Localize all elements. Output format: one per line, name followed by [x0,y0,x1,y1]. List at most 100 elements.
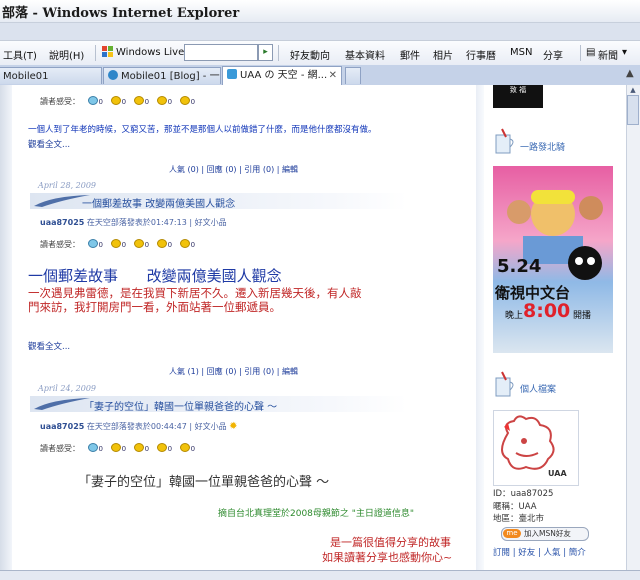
news-icon[interactable]: ▤ [586,47,595,58]
reaction-count: 0 [190,98,196,106]
tab-bar: Mobile01 Mobile01 [Blog] - 一路... UAA の 天… [0,65,640,86]
reaction-count: 0 [144,241,150,249]
profile-id: ID：uaa87025 [493,487,553,499]
help-menu[interactable]: 說明(H) [49,47,84,62]
window-title-bar: 部落 - Windows Internet Explorer [0,0,640,23]
post-meta-text: 在天空部落發表於01:47:13 | 好文小品 [84,218,227,227]
tab-label: Mobile01 [Blog] - 一路... [121,71,220,82]
tab-mobile01[interactable]: Mobile01 [0,67,102,84]
reaction-icon[interactable] [110,96,121,105]
ride-promo-banner[interactable]: 5.24 衛視中文台 晚上 8:00 開播 [493,166,613,353]
reaction-icon[interactable] [179,96,190,105]
author-link[interactable]: uaa87025 [40,422,84,431]
windows-flag-icon [102,46,113,57]
reaction-icon[interactable] [87,96,98,105]
profile-avatar[interactable]: UAA [493,410,579,486]
blog-main-column: 讀者感受： 0 0 0 0 0 一個人到了年老的時候，又窮又苦，那並不是那個人以… [12,85,475,570]
reaction-icon[interactable] [156,443,167,452]
reaction-icon[interactable] [133,96,144,105]
reaction-count: 0 [98,98,104,106]
scrollbar-thumb[interactable] [627,95,639,125]
post-stats[interactable]: 人氣 (0) | 回應 (0) | 引用 (0) | 編輯 [169,164,298,175]
reaction-icon[interactable] [179,443,190,452]
profile-section-title: 個人檔案 [520,385,557,395]
page-icon [227,69,237,79]
menu-friends-activity[interactable]: 好友動向 [290,47,330,62]
reaction-count: 0 [167,241,173,249]
scroll-up-icon[interactable]: ▲ [627,86,639,95]
toolbar-separator [278,45,279,61]
tab-label: Mobile01 [3,71,49,82]
nickname-value: UAA [518,502,537,512]
tab-label: UAA の 天空 - 網... [240,70,328,81]
profile-links[interactable]: 訂閱 | 好友 | 人氣 | 簡介 [493,546,586,558]
reaction-count: 0 [190,241,196,249]
post-title-link[interactable]: 「妻子的空位」韓國一位單親爸爸的心聲 ～ [84,398,277,413]
chevron-down-icon[interactable]: ▾ [622,47,627,58]
add-msn-friend-button[interactable]: me 加入MSN好友 [501,527,589,541]
post-body-line: 如果讀著分享也感動你心~ [322,551,453,564]
reaction-icon[interactable] [133,443,144,452]
add-msn-friend-label: 加入MSN好友 [524,529,571,538]
post-date: April 24, 2009 [38,384,97,393]
reaction-icon[interactable] [87,239,98,248]
read-more-link[interactable]: 觀看全文... [28,138,70,150]
tab-uaa-sky[interactable]: UAA の 天空 - 網... ✕ [222,66,342,85]
promo-time-suffix: 開播 [573,311,592,321]
drink-cup-icon [495,128,514,154]
windows-live-label[interactable]: Windows Live [116,47,184,58]
toolbar-separator [580,45,581,61]
promo-date: 5.24 [497,256,542,277]
reaction-count: 0 [167,98,173,106]
tools-menu[interactable]: 工具(T) [3,47,37,62]
nickname-label: 暱稱： [493,502,519,512]
avatar-name: UAA [548,469,567,478]
menu-mail[interactable]: 郵件 [400,47,420,62]
post-title-link[interactable]: 一個郵差故事 改變兩億美國人觀念 [82,195,235,210]
post-date: April 28, 2009 [38,181,97,190]
menu-share[interactable]: 分享 [543,47,563,62]
new-tab-button[interactable] [345,67,361,84]
reaction-count: 0 [144,445,150,453]
post-body-heading: 「妻子的空位」韓國一位單親爸爸的心聲 ～ [78,475,330,490]
post-meta: uaa87025 在天空部落發表於00:44:47 | 好文小品 ✹ [40,421,238,432]
top-image-caption: 致 福 [509,86,527,94]
menu-profile[interactable]: 基本資料 [345,47,385,62]
tab-mobile01-blog[interactable]: Mobile01 [Blog] - 一路... [103,67,221,84]
menu-calendar[interactable]: 行事曆 [466,47,496,62]
reaction-icon[interactable] [179,239,190,248]
reaction-count: 0 [167,445,173,453]
menu-photos[interactable]: 相片 [433,47,453,62]
reader-label: 讀者感受： [40,240,80,249]
id-label: ID： [493,489,511,499]
reader-label: 讀者感受： [40,97,80,106]
vertical-scrollbar[interactable] [626,85,640,570]
menu-news[interactable]: 新聞 [598,47,618,62]
sun-icon: ✹ [229,421,238,432]
post-body-line: 是一篇很值得分享的故事 [330,536,451,549]
post-stats[interactable]: 人氣 (1) | 回應 (0) | 引用 (0) | 編輯 [169,366,298,377]
author-link[interactable]: uaa87025 [40,218,84,227]
reaction-icon[interactable] [156,239,167,248]
msn-logo-icon: me [503,529,521,538]
read-more-link[interactable]: 觀看全文... [28,340,70,352]
skull-badge-icon [568,246,602,280]
post-meta: uaa87025 在天空部落發表於01:47:13 | 好文小品 [40,217,227,228]
menu-msn[interactable]: MSN [510,47,532,58]
reaction-icon[interactable] [110,443,121,452]
profile-nickname: 暱稱：UAA [493,500,537,512]
reaction-icon[interactable] [156,96,167,105]
windows-live-search-input[interactable] [184,44,258,61]
reaction-icon[interactable] [87,443,98,452]
reader-reactions: 讀者感受： 0 0 0 0 0 [40,443,195,454]
address-bar-area [0,23,640,40]
post-source: 摘自台北真理堂於2008母親節之 "主日證道信息" [218,509,415,519]
tab-list-icon[interactable]: ▲ [626,68,634,79]
close-icon[interactable]: ✕ [329,67,337,84]
search-go-icon[interactable]: ▸ [258,44,273,61]
command-bar: 工具(T) 說明(H) Windows Live ▸ 好友動向 基本資料 郵件 … [0,40,640,66]
reaction-icon[interactable] [110,239,121,248]
page-left-border [0,85,12,570]
reaction-icon[interactable] [133,239,144,248]
promo-time-label: 晚上 [505,311,524,321]
